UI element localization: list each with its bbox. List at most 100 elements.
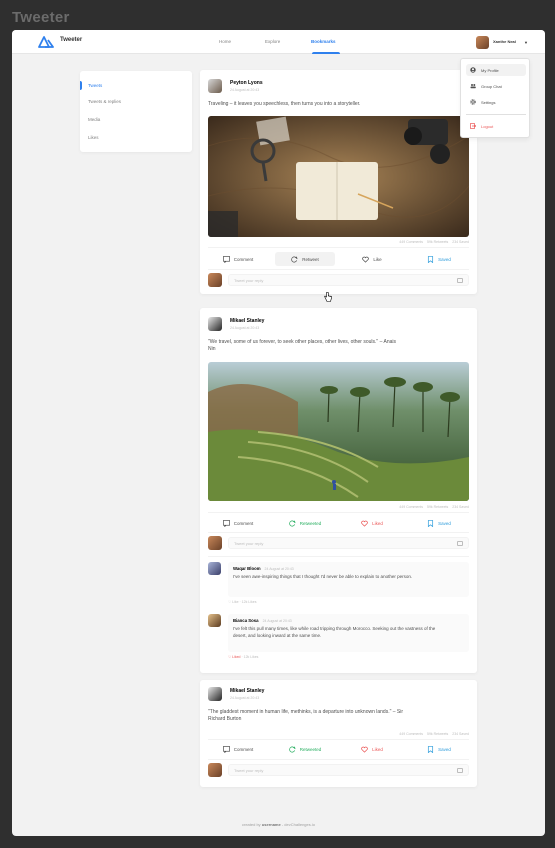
comment-author: Waqar Bloom [233,566,261,571]
comment-meta: ♡ Like · 12k Likes [228,600,257,604]
user-name[interactable]: Xanthe Neal [493,39,516,44]
filter-tweets-replies[interactable]: Tweets & replies [88,99,121,104]
reply-comment: Waqar Bloom 24 August at 20:43 I've seen … [208,562,469,608]
heart-icon [361,746,368,753]
bookmark-icon [428,519,434,527]
comment-date: 24 August at 20:43 [262,619,292,623]
menu-logout[interactable]: Logout [466,120,526,132]
top-navbar: Tweeter Home Explore Bookmarks Xanthe Ne… [12,30,545,54]
image-upload-icon[interactable] [457,541,463,546]
user-avatar[interactable] [476,36,489,49]
filter-media[interactable]: Media [88,117,100,122]
like-button[interactable]: Liked [342,516,402,530]
user-dropdown-menu: My Profile Group Chat Settings Logout [460,58,530,138]
comment-bubble: Bianca Sosa 24 August at 20:43 I've felt … [228,614,469,652]
bookmark-icon [428,255,434,263]
tweeter-logo-icon[interactable] [38,36,54,48]
retweet-button[interactable]: Retweeted [275,742,335,756]
logout-icon [470,123,476,129]
comment-author: Bianca Sosa [233,618,259,623]
author-avatar[interactable] [208,687,222,701]
menu-group-chat[interactable]: Group Chat [466,80,526,92]
comment-button[interactable]: Comment [208,742,268,756]
post-author[interactable]: Mikael Stanley [230,318,264,324]
retweet-button[interactable]: Retweeted [275,516,335,530]
retweet-icon [291,256,298,262]
window-title: Tweeter [12,9,70,26]
save-button[interactable]: Saved [409,252,469,266]
heart-icon[interactable]: ♡ [228,600,231,604]
comment-button[interactable]: Comment [208,516,268,530]
post-date: 24 August at 20:43 [230,88,260,92]
bookmark-icon [428,745,434,753]
group-icon [470,84,476,89]
save-button[interactable]: Saved [409,742,469,756]
reply-row: Tweet your reply [208,763,469,777]
post-text: "We travel, some of us forever, to seek … [208,339,396,352]
post-image[interactable] [208,362,469,501]
comment-button[interactable]: Comment [208,252,268,266]
comment-icon [222,255,230,263]
reply-comment: Bianca Sosa 24 August at 20:43 I've felt … [208,614,469,666]
post-stats: 449 Comments 59k Retweets 234 Saved [399,240,469,244]
post-author[interactable]: Peyton Lyons [230,80,263,86]
comment-icon [222,519,230,527]
footer-username-link[interactable]: username [262,822,281,827]
nav-explore[interactable]: Explore [265,39,280,44]
comment-like-button[interactable]: Like [232,600,238,604]
reply-input[interactable]: Tweet your reply [228,537,469,549]
reply-input[interactable]: Tweet your reply [228,764,469,776]
page-footer: created by username - devChallenges.io [242,822,315,827]
commenter-avatar[interactable] [208,562,221,575]
comment-icon [222,745,230,753]
filter-tweets[interactable]: Tweets [88,83,102,88]
retweet-button[interactable]: Retweet [275,252,335,266]
like-button[interactable]: Like [342,252,402,266]
user-avatar [208,273,222,287]
image-upload-icon[interactable] [457,278,463,283]
comment-likes-count: 12k Likes [241,600,257,604]
save-button[interactable]: Saved [409,516,469,530]
commenter-avatar[interactable] [208,614,221,627]
user-avatar [208,763,222,777]
tweet-card: Mikael Stanley 24 August at 20:43 "The g… [200,680,477,787]
tweet-card: Peyton Lyons 24 August at 20:43 Travelin… [200,70,477,294]
comment-text: I've felt this pull many times, like whi… [233,626,436,638]
post-text: "The gladdest moment in human life, meth… [208,709,404,722]
post-author[interactable]: Mikael Stanley [230,688,264,694]
comment-likes-count: 12k Likes [243,655,259,659]
image-upload-icon[interactable] [457,768,463,773]
active-filter-indicator [80,81,82,90]
tweet-card: Mikael Stanley 24 August at 20:43 "We tr… [200,308,477,673]
nav-bookmarks[interactable]: Bookmarks [311,39,336,44]
menu-my-profile[interactable]: My Profile [466,64,526,76]
comment-bubble: Waqar Bloom 24 August at 20:43 I've seen … [228,562,469,597]
profile-filter-sidebar: Tweets Tweets & replies Media Likes [80,71,192,152]
nav-home[interactable]: Home [219,39,231,44]
retweet-icon [289,520,296,526]
app-frame: Tweeter Home Explore Bookmarks Xanthe Ne… [12,30,545,836]
retweet-icon [289,746,296,752]
author-avatar[interactable] [208,79,222,93]
post-date: 24 August at 20:43 [230,326,260,330]
active-nav-indicator [312,52,340,54]
post-stats: 449 Comments 59k Retweets 234 Saved [399,505,469,509]
heart-icon[interactable]: ♡ [228,655,231,659]
post-date: 24 August at 20:43 [230,696,260,700]
reply-input[interactable]: Tweet your reply [228,274,469,286]
gear-icon [470,99,476,105]
comment-date: 24 August at 20:43 [264,567,294,571]
comment-like-button[interactable]: Liked [232,655,240,659]
like-button[interactable]: Liked [342,742,402,756]
filter-likes[interactable]: Likes [88,135,99,140]
chevron-down-icon[interactable]: ▼ [524,40,528,45]
menu-settings[interactable]: Settings [466,96,526,108]
brand-name[interactable]: Tweeter [60,37,82,43]
post-image[interactable] [208,116,469,237]
post-text: Traveling – it leaves you speechless, th… [208,101,361,107]
reply-row: Tweet your reply [208,536,469,550]
author-avatar[interactable] [208,317,222,331]
user-avatar [208,536,222,550]
heart-icon [361,520,368,527]
comment-meta: ♡ Liked · 12k Likes [228,655,259,659]
